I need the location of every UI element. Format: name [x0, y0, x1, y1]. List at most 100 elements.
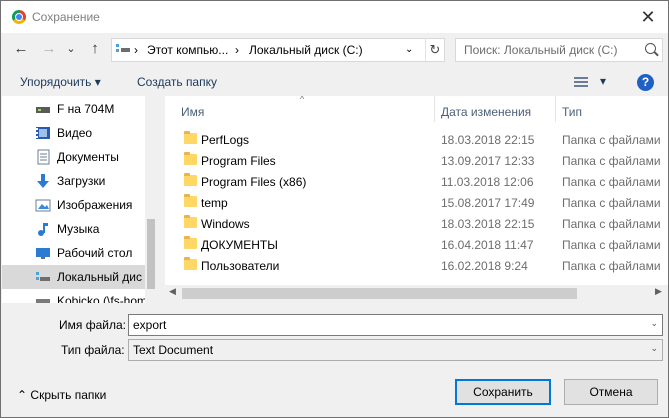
search-icon — [645, 43, 656, 54]
filetype-select[interactable]: Text Document ⌄ — [128, 339, 663, 361]
forward-button[interactable]: → — [39, 39, 59, 59]
file-type: Папка с файлами — [562, 217, 661, 231]
file-type: Папка с файлами — [562, 175, 661, 189]
navigation-scrollbar[interactable] — [145, 96, 157, 303]
address-bar[interactable]: › Этот компью... › Локальный диск (C:) ⌄… — [111, 38, 445, 62]
file-type: Папка с файлами — [562, 154, 661, 168]
recent-locations-button[interactable]: ⌄ — [61, 39, 81, 59]
view-dropdown-icon[interactable]: ▾ — [600, 74, 606, 88]
sidebar-item-music[interactable]: Музыка — [2, 217, 145, 241]
scrollbar-thumb[interactable] — [182, 288, 577, 299]
file-row[interactable]: PerfLogs 18.03.2018 22:15 Папка с файлам… — [165, 129, 668, 150]
save-dialog: Сохранение ✕ ← → ⌄ ↑ › Этот компью... › … — [0, 0, 669, 418]
hide-folders-button[interactable]: ⌃ Скрыть папки — [17, 388, 106, 402]
help-button[interactable]: ? — [637, 74, 654, 91]
column-header-label: Имя — [181, 105, 205, 119]
drive-icon — [35, 101, 51, 117]
folder-icon — [184, 194, 197, 207]
breadcrumb-this-pc[interactable]: Этот компью... — [147, 43, 228, 57]
sidebar-item-documents[interactable]: Документы — [2, 145, 145, 169]
crumb-sep-0: › — [134, 43, 138, 57]
file-type: Папка с файлами — [562, 259, 661, 273]
organize-button[interactable]: Упорядочить ▾ — [20, 75, 101, 89]
column-header-name[interactable]: Имя — [165, 96, 434, 124]
chevron-up-icon: ⌃ — [17, 388, 28, 402]
column-header-type[interactable]: Тип — [556, 96, 668, 124]
horizontal-scrollbar[interactable]: ◀ ▶ — [165, 285, 668, 303]
new-folder-button[interactable]: Создать папку — [137, 75, 217, 89]
search-input[interactable]: Поиск: Локальный диск (C:) — [464, 43, 617, 57]
file-row[interactable]: Program Files (x86) 11.03.2018 12:06 Пап… — [165, 171, 668, 192]
back-button[interactable]: ← — [11, 39, 31, 59]
folder-icon — [184, 173, 197, 186]
chevron-down-icon[interactable]: ⌄ — [650, 318, 658, 329]
folder-icon — [184, 257, 197, 270]
column-header-date[interactable]: Дата изменения — [435, 96, 555, 124]
file-type: Папка с файлами — [562, 238, 661, 252]
sidebar-item-label: F на 704M — [57, 102, 115, 116]
window-title: Сохранение — [32, 10, 100, 24]
sidebar-item-label: Локальный дис — [57, 270, 142, 284]
file-type: Папка с файлами — [562, 196, 661, 210]
close-button[interactable]: ✕ — [630, 4, 666, 30]
music-icon — [35, 221, 51, 237]
folder-icon — [184, 131, 197, 144]
downloads-icon — [35, 173, 51, 189]
computer-icon — [116, 44, 130, 54]
file-date: 15.08.2017 17:49 — [441, 196, 535, 210]
title-bar: Сохранение ✕ — [1, 1, 668, 33]
scrollbar-thumb[interactable] — [147, 219, 155, 289]
file-row[interactable]: temp 15.08.2017 17:49 Папка с файлами — [165, 192, 668, 213]
file-name: PerfLogs — [201, 133, 250, 147]
filename-value: export — [133, 318, 167, 332]
filetype-value: Text Document — [133, 343, 214, 357]
file-type: Папка с файлами — [562, 133, 661, 147]
file-date: 16.02.2018 9:24 — [441, 259, 528, 273]
file-row[interactable]: ДОКУМЕНТЫ 16.04.2018 11:47 Папка с файла… — [165, 234, 668, 255]
file-list: ^ Имя Дата изменения Тип PerfLogs 18.03.… — [165, 96, 668, 303]
scroll-right-icon[interactable]: ▶ — [655, 286, 662, 297]
sidebar-item-label: Изображения — [57, 198, 133, 212]
sidebar-item-pictures[interactable]: Изображения — [2, 193, 145, 217]
documents-icon — [35, 149, 51, 165]
file-name: Program Files — [201, 154, 276, 168]
desktop-icon — [35, 245, 51, 261]
sidebar-item-downloads[interactable]: Загрузки — [2, 169, 145, 193]
chevron-down-icon: ⌄ — [650, 343, 658, 353]
save-button[interactable]: Сохранить — [455, 379, 551, 405]
sidebar-item-local-disk[interactable]: Локальный дис — [2, 265, 145, 289]
sidebar-item-f-drive[interactable]: F на 704M — [2, 97, 145, 121]
view-options-icon[interactable] — [574, 77, 588, 88]
address-dropdown-icon[interactable]: ⌄ — [405, 44, 413, 55]
file-name: ДОКУМЕНТЫ — [201, 238, 278, 252]
folder-icon — [184, 236, 197, 249]
folder-icon — [184, 152, 197, 165]
column-header-label: Тип — [562, 105, 583, 119]
search-box[interactable]: Поиск: Локальный диск (C:) — [455, 38, 663, 62]
up-button[interactable]: ↑ — [85, 39, 105, 59]
sidebar-item-desktop[interactable]: Рабочий стол — [2, 241, 145, 265]
organize-label: Упорядочить — [20, 75, 92, 89]
local-disk-icon — [35, 269, 51, 285]
file-row[interactable]: Windows 18.03.2018 22:15 Папка с файлами — [165, 213, 668, 234]
sidebar-item-label: Kobicko (\fs-hom — [57, 294, 148, 303]
filename-field[interactable]: export ⌄ — [128, 314, 663, 336]
sidebar-item-label: Рабочий стол — [57, 246, 133, 260]
file-name: Пользователи — [201, 259, 280, 273]
sidebar-item-label: Видео — [57, 126, 93, 140]
file-name: Windows — [201, 217, 250, 231]
sidebar-item-label: Документы — [57, 150, 119, 164]
filetype-label: Тип файла: — [61, 343, 125, 357]
file-row[interactable]: Пользователи 16.02.2018 9:24 Папка с фай… — [165, 255, 668, 276]
file-row[interactable]: Program Files 13.09.2017 12:33 Папка с ф… — [165, 150, 668, 171]
cancel-button[interactable]: Отмена — [564, 379, 658, 405]
crumb-sep-1: › — [235, 43, 239, 57]
sidebar-item-video[interactable]: Видео — [2, 121, 145, 145]
refresh-button[interactable]: ↻ — [425, 39, 444, 61]
file-name: Program Files (x86) — [201, 175, 307, 189]
toolbar: Упорядочить ▾ Создать папку ▾ ? — [1, 69, 668, 95]
sidebar-item-network-drive[interactable]: Kobicko (\fs-hom — [2, 289, 148, 303]
pictures-icon — [35, 197, 51, 213]
breadcrumb-local-disk[interactable]: Локальный диск (C:) — [249, 43, 363, 57]
scroll-left-icon[interactable]: ◀ — [169, 286, 176, 297]
